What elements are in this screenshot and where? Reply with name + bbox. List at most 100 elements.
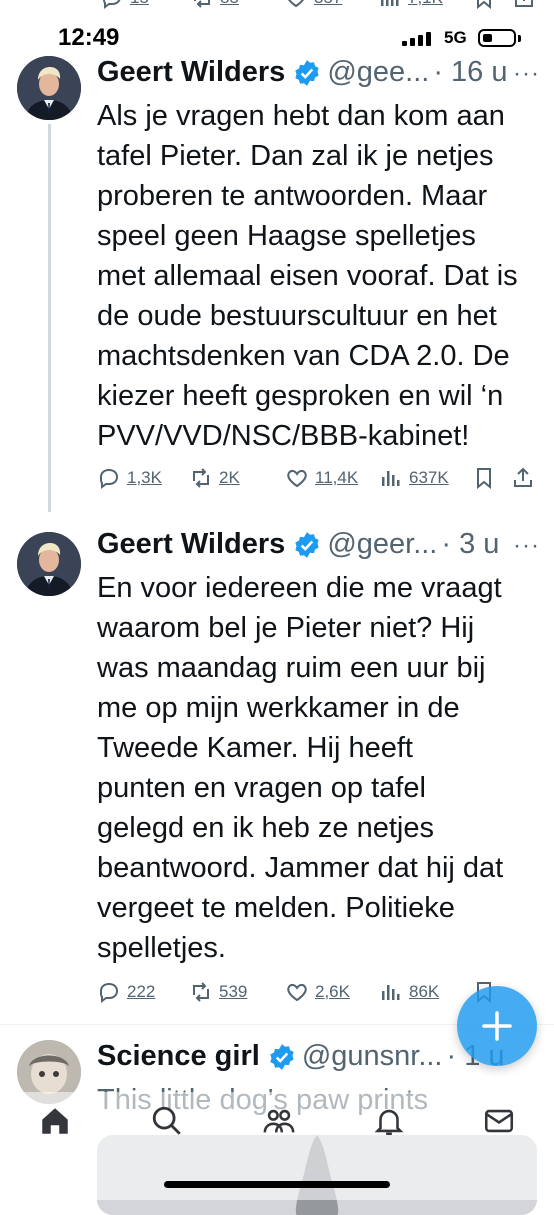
views-count: 7,1K: [408, 0, 443, 8]
repost-count: 2K: [219, 468, 240, 487]
author-handle[interactable]: @geer...: [327, 528, 437, 561]
like-count: 357: [314, 0, 342, 8]
tweet-line: met allemaal eisen vooraf. Dat is: [97, 260, 518, 292]
bookmark-button[interactable]: [472, 466, 496, 490]
tweet-line: proberen te antwoorden. Maar: [97, 180, 488, 212]
like-count: 11,4K: [315, 468, 359, 487]
author-handle[interactable]: @gunsnr...: [302, 1040, 443, 1073]
verified-badge-icon: [270, 1043, 294, 1070]
author-name[interactable]: Science girl: [97, 1040, 260, 1073]
tweet-time[interactable]: · 16 u: [433, 56, 507, 89]
reply-count: 15: [130, 0, 149, 8]
tweet-line: de oude bestuurscultuur en het: [97, 300, 497, 332]
tweet-line: Tweede Kamer. Hij heeft: [97, 732, 413, 764]
share-button[interactable]: [511, 466, 535, 490]
views-button[interactable]: 637K: [379, 466, 449, 490]
repost-count: 85: [220, 0, 239, 8]
tweet-header: Geert Wilders @geer... · 3 u: [97, 528, 499, 561]
repost-icon: [193, 468, 209, 488]
people-icon[interactable]: [262, 1104, 296, 1138]
tweet-text: Als je vragen hebt dan kom aan tafel Pie…: [97, 96, 537, 456]
bookmark-button[interactable]: [472, 0, 496, 10]
avatar[interactable]: [17, 56, 81, 120]
tweet-line: beantwoord. Jammer dat hij dat: [97, 852, 504, 884]
reply-icon: [100, 468, 119, 489]
search-icon[interactable]: [150, 1104, 184, 1138]
tweet-line: waarom bel je Pieter niet? Hij: [97, 612, 475, 644]
battery-icon: [478, 29, 516, 47]
avatar-photo: [17, 532, 81, 596]
tweet-line: kiezer heeft gesproken en wil ‘n: [97, 380, 504, 412]
tweet-header: Geert Wilders @gee... · 16 u: [97, 56, 507, 89]
repost-count: 539: [219, 982, 248, 1001]
bell-icon[interactable]: [372, 1104, 406, 1138]
plus-icon: [482, 1011, 512, 1041]
previous-tweet-actions: 15 85 357 7,1K: [0, 0, 554, 22]
share-button[interactable]: [512, 0, 536, 10]
heart-icon: [288, 0, 304, 8]
status-bar: 12:49 5G: [0, 22, 554, 56]
tweet-line: PVV/VVD/NSC/BBB-kabinet!: [97, 420, 470, 452]
repost-icon: [193, 982, 209, 1002]
reply-icon: [100, 982, 119, 1003]
network-label: 5G: [444, 28, 467, 47]
like-button[interactable]: 2,6K: [285, 980, 350, 1004]
tweet-line: gelegd en ik heb ze netjes: [97, 812, 434, 844]
views-icon: [382, 985, 400, 1000]
repost-button[interactable]: 85: [190, 0, 239, 10]
views-count: 637K: [409, 468, 449, 487]
verified-badge-icon: [295, 531, 319, 558]
views-icon: [381, 0, 399, 6]
reply-count: 222: [127, 982, 156, 1001]
battery-tip: [518, 35, 521, 42]
thread-line: [48, 124, 51, 512]
avatar[interactable]: [17, 532, 81, 596]
more-icon[interactable]: ···: [513, 60, 540, 88]
signal-icon: [402, 32, 431, 46]
reply-button[interactable]: 222: [97, 980, 155, 1004]
status-time: 12:49: [58, 24, 120, 51]
tweet-line: vergeet te melden. Politieke: [97, 892, 455, 924]
tweet-actions: 1,3K 2K 11,4K 637K: [97, 466, 537, 496]
tweet-line: spelletjes.: [97, 932, 226, 964]
bookmark-icon: [477, 0, 491, 10]
repost-button[interactable]: 539: [189, 980, 247, 1004]
tweet-line: me op mijn werkkamer in de: [97, 692, 460, 724]
author-name[interactable]: Geert Wilders: [97, 56, 285, 89]
tweet-line: punten en vragen op tafel: [97, 772, 426, 804]
more-icon[interactable]: ···: [513, 532, 540, 560]
share-icon: [515, 0, 533, 7]
views-count: 86K: [409, 982, 440, 1001]
author-handle[interactable]: @gee...: [327, 56, 429, 89]
heart-icon: [287, 469, 307, 488]
tweet-line: was maandag ruim een uur bij: [97, 652, 486, 684]
author-name[interactable]: Geert Wilders: [97, 528, 285, 561]
mail-icon[interactable]: [482, 1104, 516, 1138]
reply-count: 1,3K: [127, 468, 162, 487]
views-icon: [382, 471, 400, 486]
tweet-header: Science girl @gunsnr... · 1 u: [97, 1040, 505, 1073]
avatar-photo: [17, 56, 81, 120]
repost-button[interactable]: 2K: [189, 466, 240, 490]
reply-icon: [103, 0, 121, 9]
compose-button[interactable]: [457, 986, 537, 1066]
like-button[interactable]: 11,4K: [285, 466, 358, 490]
views-button[interactable]: 7,1K: [378, 0, 443, 10]
reply-button[interactable]: 1,3K: [97, 466, 162, 490]
tweet-text: En voor iedereen die me vraagt waarom be…: [97, 568, 537, 968]
tweet-line: tafel Pieter. Dan zal ik je netjes: [97, 140, 494, 172]
like-count: 2,6K: [315, 982, 350, 1001]
tweet-line: speel geen Haagse spelletjes: [97, 220, 476, 252]
reply-button[interactable]: 15: [100, 0, 149, 10]
tweet-time[interactable]: · 3 u: [441, 528, 499, 561]
share-icon: [514, 467, 532, 487]
views-button[interactable]: 86K: [379, 980, 439, 1004]
home-icon[interactable]: [38, 1104, 72, 1138]
like-button[interactable]: 357: [284, 0, 342, 10]
repost-icon: [194, 0, 210, 8]
heart-icon: [287, 983, 307, 1002]
bookmark-icon: [477, 468, 491, 490]
verified-badge-icon: [295, 59, 319, 86]
tweet-line: machtsdenken van CDA 2.0. De: [97, 340, 510, 372]
tweet-line: En voor iedereen die me vraagt: [97, 572, 502, 604]
